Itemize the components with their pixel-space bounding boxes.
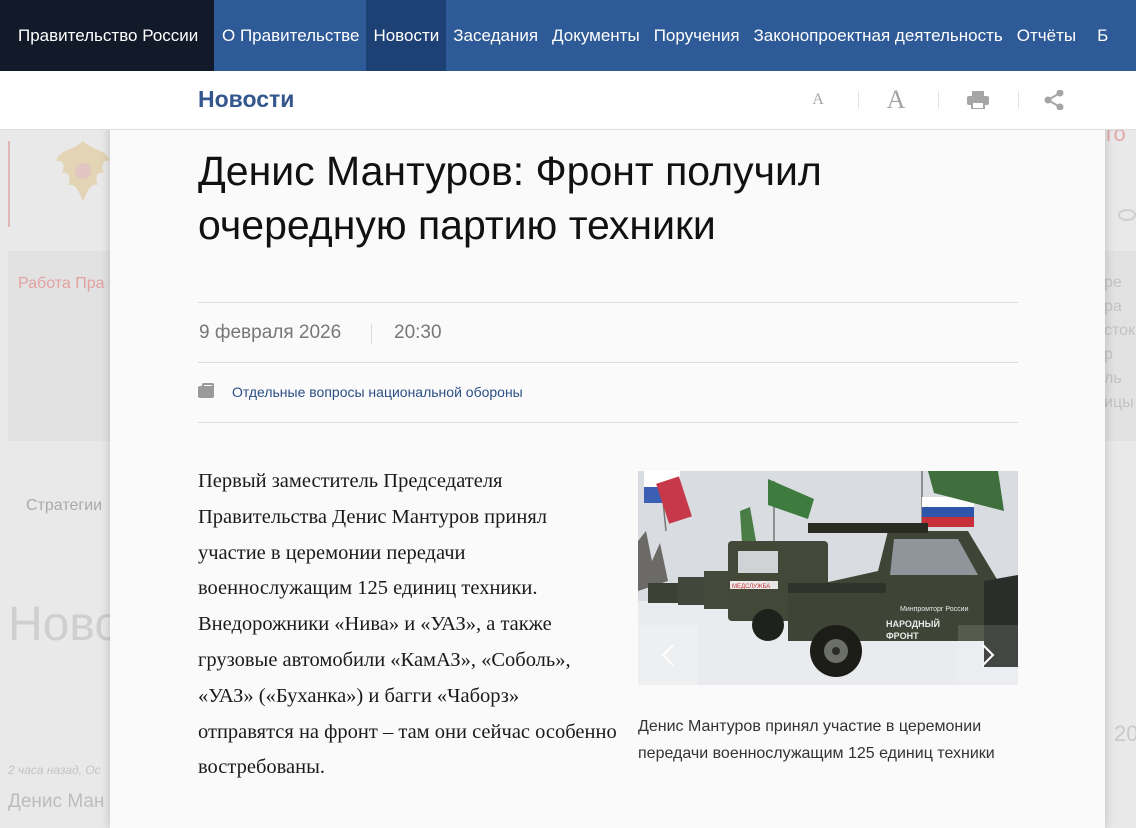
article-photo[interactable]: Минпромторг России НАРОДНЫЙ ФРОНТ МЕДСЛУ… xyxy=(638,471,1018,685)
nav-item-reports[interactable]: Отчёты xyxy=(1010,0,1083,71)
nav-item-news[interactable]: Новости xyxy=(366,0,447,71)
date-divider xyxy=(371,324,372,344)
print-icon xyxy=(967,91,989,109)
brand-link[interactable]: Правительство России xyxy=(0,0,214,71)
background-time-ago: 2 часа назад, Ос xyxy=(8,763,101,777)
nav-item-about[interactable]: О Правительстве xyxy=(214,0,366,71)
divider xyxy=(198,362,1018,363)
share-button[interactable] xyxy=(1040,83,1068,117)
nav-item-documents[interactable]: Документы xyxy=(545,0,647,71)
photo-truck-text-1: Минпромторг России xyxy=(900,606,969,613)
background-right-line: р xyxy=(1104,346,1113,363)
toolbar-divider xyxy=(1018,91,1019,109)
section-title[interactable]: Новости xyxy=(198,86,294,113)
background-news-item: Денис Ман xyxy=(8,791,105,812)
photo-caption: Денис Мантуров принял участие в церемони… xyxy=(638,718,995,762)
top-navigation: Правительство России О Правительстве Нов… xyxy=(0,0,1136,71)
article-title: Денис Мантуров: Фронт получил очередную … xyxy=(198,148,822,248)
article-toolbar: Новости A A xyxy=(0,71,1136,130)
nav-item-instructions[interactable]: Поручения xyxy=(647,0,747,71)
briefcase-icon xyxy=(198,383,214,398)
eye-icon xyxy=(1118,209,1136,221)
photo-truck-text-2: НАРОДНЫЙ xyxy=(886,618,940,629)
nav-item-legislation[interactable]: Законопроектная деятельность xyxy=(747,0,1010,71)
photo-truck-text-3: ФРОНТ xyxy=(886,631,919,641)
background-right-line: ль xyxy=(1104,370,1122,387)
font-increase-button[interactable]: A xyxy=(880,83,912,117)
photo-prev-button[interactable] xyxy=(638,625,698,685)
background-right-line: сток xyxy=(1104,322,1136,339)
toolbar-divider xyxy=(938,91,939,109)
emblem-icon xyxy=(56,141,110,201)
article-time: 20:30 xyxy=(394,322,442,343)
share-icon xyxy=(1044,90,1064,110)
article-date: 9 февраля 2026 xyxy=(199,322,342,343)
background-work-link: Работа Пра xyxy=(18,275,105,292)
background-right-text: ре ра сток р ль ицы xyxy=(1104,271,1136,415)
print-button[interactable] xyxy=(962,83,994,117)
chevron-right-icon xyxy=(982,644,995,666)
background-strategies-tab: Стратегии xyxy=(26,497,103,514)
divider xyxy=(198,422,1018,423)
divider xyxy=(198,302,1018,303)
chevron-left-icon xyxy=(661,644,674,666)
background-right-line: ицы xyxy=(1104,394,1134,411)
background-news-heading: Ново xyxy=(8,598,122,651)
background-right-line: ре ра xyxy=(1104,274,1122,315)
nav-item-more[interactable]: Б xyxy=(1083,26,1108,46)
photo-sign: МЕДСЛУЖБА xyxy=(732,584,770,590)
article-lead: Первый заместитель Председателя Правител… xyxy=(198,470,617,779)
font-decrease-button[interactable]: A xyxy=(804,83,832,117)
photo-next-button[interactable] xyxy=(958,625,1018,685)
nav-item-meetings[interactable]: Заседания xyxy=(446,0,545,71)
background-divider xyxy=(8,141,10,227)
toolbar-divider xyxy=(858,91,859,109)
article-tag-link[interactable]: Отдельные вопросы национальной обороны xyxy=(232,384,523,400)
background-right-year: 202 xyxy=(1114,721,1136,746)
